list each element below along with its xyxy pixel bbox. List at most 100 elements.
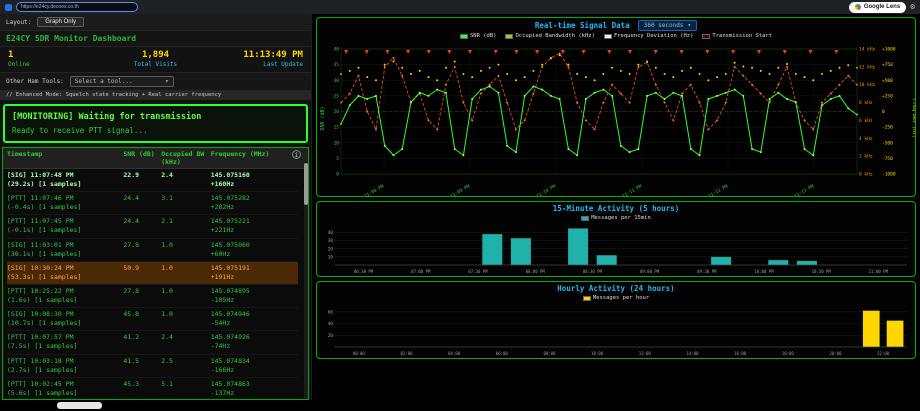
- svg-text:04:00: 04:00: [448, 351, 461, 356]
- activity-15min-header: 15-Minute Activity (5 hours): [317, 202, 915, 214]
- table-row[interactable]: [PTT] 11:07:46 PM(-0.4s) [1 samples]24.4…: [7, 192, 298, 215]
- svg-text:06:00: 06:00: [496, 351, 509, 356]
- svg-text:4 kHz: 4 kHz: [859, 136, 873, 142]
- table-row[interactable]: [PTT] 11:07:45 PM(-0.1s) [1 samples]24.4…: [7, 215, 298, 238]
- legend-label: SNR (dB): [470, 33, 497, 39]
- svg-text:20: 20: [334, 109, 340, 115]
- table-row[interactable]: [SIG] 11:03:01 PM(36.1s) [1 samples]27.8…: [7, 239, 298, 262]
- tools-row: Other Ham Tools: Select a tool... ▾: [0, 72, 311, 90]
- chevron-down-icon: ▾: [687, 22, 691, 29]
- table-info-button[interactable]: i: [292, 150, 301, 159]
- visits-label: Total Visits: [106, 61, 204, 68]
- monitoring-status-box: [MONITORING] Waiting for transmission Re…: [3, 104, 308, 143]
- google-lens-icon: [855, 4, 861, 10]
- status-pill: [57, 402, 102, 409]
- svg-text:-1000: -1000: [882, 172, 896, 178]
- svg-text:11:10 PM: 11:10 PM: [535, 183, 557, 196]
- time-range-select[interactable]: 360 seconds ▾: [638, 20, 697, 31]
- legend-swatch: [505, 34, 513, 39]
- legend-item[interactable]: Occupied Bandwidth (kHz): [505, 33, 594, 39]
- svg-text:-500: -500: [882, 140, 893, 146]
- realtime-signal-plot[interactable]: 403530252015105011:08 PM11:09 PM11:10 PM…: [317, 41, 915, 196]
- update-label: Last Update: [205, 61, 303, 68]
- table-row[interactable]: [PTT] 10:02:45 PM(5.6s) [1 samples]45.35…: [7, 378, 298, 399]
- page-body: Layout: Graph Only E24CY SDR Monitor Das…: [0, 14, 920, 400]
- legend-swatch: [581, 216, 589, 221]
- svg-text:07:00 PM: 07:00 PM: [411, 269, 431, 274]
- table-row[interactable]: [PTT] 10:03:18 PM(2.7s) [1 samples]41.52…: [7, 355, 298, 378]
- layout-mode-button[interactable]: Graph Only: [37, 17, 84, 27]
- realtime-chart-card: Real-time Signal Data 360 seconds ▾ SNR …: [316, 17, 916, 197]
- svg-text:11:09 PM: 11:09 PM: [449, 183, 471, 196]
- legend-label: Messages per 15min: [591, 215, 651, 221]
- signal-log-table: Timestamp SNR (dB) Occupied BW (kHz) Fre…: [2, 147, 309, 400]
- svg-text:0: 0: [336, 172, 339, 178]
- layout-label: Layout:: [6, 19, 31, 26]
- svg-text:08:00: 08:00: [543, 351, 556, 356]
- legend-label: Frequency Deviation (Hz): [614, 33, 693, 39]
- tools-select[interactable]: Select a tool... ▾: [70, 76, 174, 87]
- svg-text:Freq Dev (Hz): Freq Dev (Hz): [911, 99, 915, 138]
- svg-text:40: 40: [328, 321, 334, 327]
- legend-item[interactable]: Messages per hour: [583, 295, 649, 301]
- svg-text:+750: +750: [882, 62, 893, 68]
- legend-item[interactable]: SNR (dB): [460, 33, 497, 39]
- svg-text:60: 60: [328, 309, 334, 315]
- svg-text:20: 20: [328, 246, 334, 252]
- legend-item[interactable]: Messages per 15min: [581, 215, 651, 221]
- table-row[interactable]: [SIG] 10:08:30 PM(10.7s) [1 samples]45.8…: [7, 308, 298, 331]
- online-label: Online: [8, 61, 106, 68]
- svg-text:-250: -250: [882, 125, 893, 131]
- svg-text:+250: +250: [882, 93, 893, 99]
- table-row[interactable]: [PTT] 10:25:22 PM(1.6s) [1 samples]27.81…: [7, 285, 298, 308]
- svg-text:11:08 PM: 11:08 PM: [363, 183, 385, 196]
- visits-value: 1,894: [106, 50, 204, 60]
- scrollbar-thumb[interactable]: [304, 163, 308, 205]
- legend-item[interactable]: Transmission Start: [702, 33, 772, 39]
- activity-15min-plot[interactable]: 4030201006:30 PM07:00 PM07:30 PM08:00 PM…: [317, 223, 915, 276]
- url-text: https://e24cy.decoes.co.th: [21, 4, 79, 10]
- svg-text:+1000: +1000: [882, 47, 896, 53]
- chevron-down-icon: ▾: [165, 78, 169, 85]
- table-scrollbar[interactable]: [304, 161, 308, 399]
- sidebar-panel: Layout: Graph Only E24CY SDR Monitor Das…: [0, 14, 312, 400]
- stat-online: 1 Online: [8, 50, 106, 68]
- svg-text:30: 30: [334, 78, 340, 84]
- table-body: [SIG] 11:07:48 PM(29.2s) [1 samples]22.9…: [3, 169, 308, 399]
- col-frequency: Frequency (MHz): [211, 150, 287, 166]
- col-snr: SNR (dB): [123, 150, 161, 166]
- table-row[interactable]: [SIG] 11:07:48 PM(29.2s) [1 samples]22.9…: [7, 169, 298, 192]
- svg-text:0: 0: [882, 109, 885, 115]
- activity-15min-card: 15-Minute Activity (5 hours) Messages pe…: [316, 201, 916, 277]
- svg-text:6 kHz: 6 kHz: [859, 118, 873, 124]
- svg-text:35: 35: [334, 62, 340, 68]
- legend-swatch: [460, 34, 468, 39]
- svg-text:11:11 PM: 11:11 PM: [621, 183, 643, 196]
- svg-text:10 kHz: 10 kHz: [859, 82, 876, 88]
- url-bar[interactable]: https://e24cy.decoes.co.th: [16, 2, 138, 12]
- google-lens-button[interactable]: Google Lens: [849, 2, 906, 13]
- gear-icon[interactable]: ⚙: [910, 3, 915, 11]
- extension-icon[interactable]: [5, 4, 12, 11]
- browser-chrome: https://e24cy.decoes.co.th Google Lens ⚙: [0, 0, 920, 14]
- svg-text:10: 10: [334, 140, 340, 146]
- svg-text:11:13 PM: 11:13 PM: [793, 183, 815, 196]
- legend-label: Transmission Start: [712, 33, 772, 39]
- table-row[interactable]: [PTT] 10:07:57 PM(7.5s) [1 samples]41.22…: [7, 331, 298, 354]
- svg-text:10:00 PM: 10:00 PM: [754, 269, 774, 274]
- activity-hourly-plot[interactable]: 60402000:0002:0004:0006:0008:0010:0012:0…: [317, 303, 915, 358]
- svg-text:16:00: 16:00: [734, 351, 747, 356]
- tools-select-value: Select a tool...: [75, 78, 133, 85]
- svg-text:2 kHz: 2 kHz: [859, 154, 873, 160]
- activity-hourly-header: Hourly Activity (24 hours): [317, 282, 915, 294]
- legend-item[interactable]: Frequency Deviation (Hz): [604, 33, 693, 39]
- table-row[interactable]: [SIG] 10:30:24 PM(53.3s) [1 samples]50.9…: [7, 262, 298, 285]
- svg-text:18:00: 18:00: [782, 351, 795, 356]
- svg-text:0 kHz: 0 kHz: [859, 172, 873, 178]
- online-value: 1: [8, 50, 106, 60]
- dashboard-title: E24CY SDR Monitor Dashboard: [0, 30, 311, 47]
- svg-text:5: 5: [336, 156, 339, 162]
- svg-text:40: 40: [328, 230, 334, 236]
- activity-15min-title: 15-Minute Activity (5 hours): [553, 204, 679, 213]
- legend-swatch: [702, 34, 710, 39]
